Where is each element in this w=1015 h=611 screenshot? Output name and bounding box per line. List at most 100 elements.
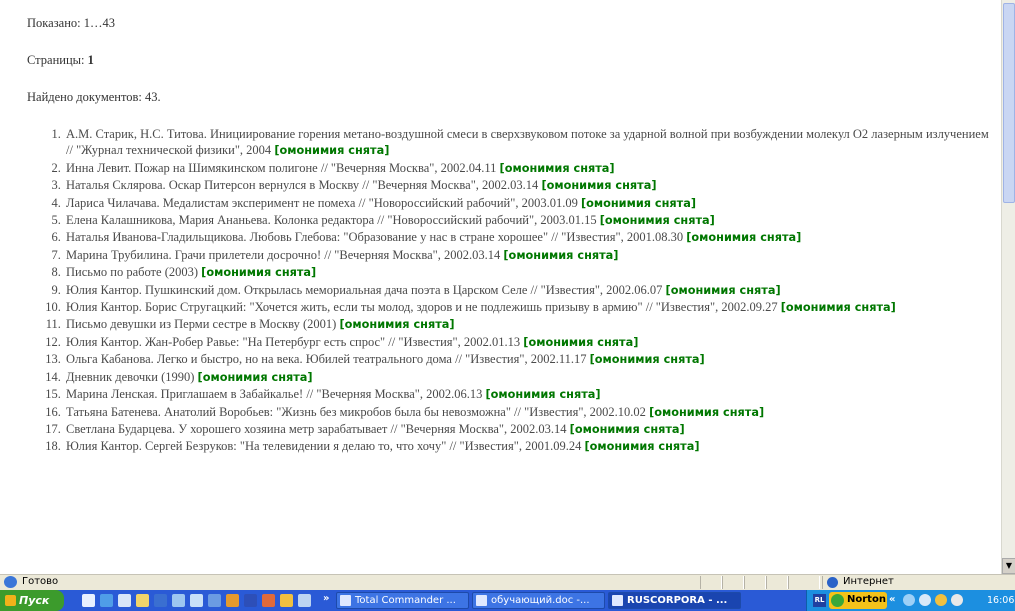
document-title[interactable]: Наталья Склярова. Оскар Питерсон вернулс… bbox=[66, 178, 538, 192]
vertical-scrollbar[interactable]: ▼ bbox=[1001, 0, 1015, 574]
page-current: 1 bbox=[87, 53, 94, 67]
disambiguation-flag[interactable]: [омонимия снята] bbox=[485, 388, 600, 401]
pages-line: Страницы: 1 bbox=[27, 52, 997, 68]
document-title[interactable]: Юлия Кантор. Сергей Безруков: "На телеви… bbox=[66, 439, 581, 453]
document-title[interactable]: Письмо по работе (2003) bbox=[66, 265, 198, 279]
disambiguation-flag[interactable]: [омонимия снята] bbox=[201, 266, 316, 279]
norton-label: Norton bbox=[847, 594, 886, 605]
media-icon[interactable] bbox=[262, 594, 275, 607]
internet-globe-icon bbox=[827, 577, 838, 588]
show-desktop-icon[interactable] bbox=[82, 594, 95, 607]
task-ruscorpora[interactable]: RUSCORPORA - ... bbox=[608, 592, 741, 609]
document-item[interactable]: Марина Трубилина. Грачи прилетели досроч… bbox=[64, 247, 997, 264]
document-title[interactable]: Юлия Кантор. Борис Стругацкий: "Хочется … bbox=[66, 300, 778, 314]
document-item[interactable]: Дневник девочки (1990) [омонимия снята] bbox=[64, 369, 997, 386]
document-title[interactable]: Юлия Кантор. Жан-Робер Равье: "На Петерб… bbox=[66, 335, 520, 349]
disambiguation-flag[interactable]: [омонимия снята] bbox=[649, 406, 764, 419]
document-item[interactable]: Письмо девушки из Перми сестре в Москву … bbox=[64, 316, 997, 333]
document-title[interactable]: Юлия Кантор. Пушкинский дом. Открылась м… bbox=[66, 283, 662, 297]
network-icon[interactable] bbox=[903, 594, 915, 606]
messenger-icon[interactable] bbox=[172, 594, 185, 607]
document-item[interactable]: Инна Левит. Пожар на Шимякинском полигон… bbox=[64, 160, 997, 177]
word-icon[interactable] bbox=[154, 594, 167, 607]
disambiguation-flag[interactable]: [омонимия снята] bbox=[570, 423, 685, 436]
document-item[interactable]: Татьяна Батенева. Анатолий Воробьев: "Жи… bbox=[64, 404, 997, 421]
folder-icon[interactable] bbox=[136, 594, 149, 607]
language-indicator[interactable]: RL bbox=[813, 594, 826, 607]
save-icon[interactable] bbox=[244, 594, 257, 607]
document-title[interactable]: Ольга Кабанова. Легко и быстро, но на ве… bbox=[66, 352, 586, 366]
scroll-down-arrow-icon[interactable]: ▼ bbox=[1002, 558, 1015, 574]
disambiguation-flag[interactable]: [омонимия снята] bbox=[503, 249, 618, 262]
disambiguation-flag[interactable]: [омонимия снята] bbox=[541, 179, 656, 192]
task-word-document[interactable]: обучающий.doc -... bbox=[472, 592, 605, 609]
disambiguation-flag[interactable]: [омонимия снята] bbox=[581, 197, 696, 210]
status-bar: Готово Интернет bbox=[0, 574, 1015, 590]
task-label: RUSCORPORA - ... bbox=[627, 595, 728, 606]
pen-icon[interactable] bbox=[190, 594, 203, 607]
norton-button[interactable]: Norton bbox=[829, 592, 887, 609]
document-item[interactable]: Лариса Чилачава. Медалистам эксперимент … bbox=[64, 195, 997, 212]
status-pane bbox=[788, 576, 820, 589]
internet-explorer-icon bbox=[612, 595, 623, 606]
disambiguation-flag[interactable]: [омонимия снята] bbox=[274, 144, 389, 157]
document-item[interactable]: Юлия Кантор. Пушкинский дом. Открылась м… bbox=[64, 282, 997, 299]
search-results: Показано: 1…43 Страницы: 1 Найдено докум… bbox=[27, 15, 997, 456]
quicklaunch-more-icon[interactable]: » bbox=[323, 593, 329, 604]
document-item[interactable]: Юлия Кантор. Борис Стругацкий: "Хочется … bbox=[64, 299, 997, 316]
document-title[interactable]: Дневник девочки (1990) bbox=[66, 370, 194, 384]
shown-range: Показано: 1…43 bbox=[27, 16, 115, 30]
document-item[interactable]: Юлия Кантор. Жан-Робер Равье: "На Петерб… bbox=[64, 334, 997, 351]
document-item[interactable]: Юлия Кантор. Сергей Безруков: "На телеви… bbox=[64, 438, 997, 455]
start-button[interactable]: Пуск bbox=[0, 590, 64, 611]
document-title[interactable]: Лариса Чилачава. Медалистам эксперимент … bbox=[66, 196, 578, 210]
status-pane bbox=[700, 576, 722, 589]
document-item[interactable]: Наталья Иванова-Гладильщикова. Любовь Гл… bbox=[64, 229, 997, 246]
mail-icon[interactable] bbox=[118, 594, 131, 607]
document-item[interactable]: А.М. Старик, Н.С. Титова. Инициирование … bbox=[64, 126, 997, 160]
document-title[interactable]: Наталья Иванова-Гладильщикова. Любовь Гл… bbox=[66, 230, 683, 244]
document-item[interactable]: Письмо по работе (2003) [омонимия снята] bbox=[64, 264, 997, 281]
security-tray-icon[interactable] bbox=[951, 594, 963, 606]
window-icon[interactable] bbox=[208, 594, 221, 607]
status-text: Готово bbox=[22, 576, 59, 587]
messenger-tray-icon[interactable] bbox=[935, 594, 947, 606]
document-title[interactable]: Татьяна Батенева. Анатолий Воробьев: "Жи… bbox=[66, 405, 646, 419]
disambiguation-flag[interactable]: [омонимия снята] bbox=[584, 440, 699, 453]
disambiguation-flag[interactable]: [омонимия снята] bbox=[523, 336, 638, 349]
document-item[interactable]: Марина Ленская. Приглашаем в Забайкалье!… bbox=[64, 386, 997, 403]
document-item[interactable]: Елена Калашникова, Мария Ананьева. Колон… bbox=[64, 212, 997, 229]
disambiguation-flag[interactable]: [омонимия снята] bbox=[600, 214, 715, 227]
disambiguation-flag[interactable]: [омонимия снята] bbox=[781, 301, 896, 314]
disambiguation-flag[interactable]: [омонимия снята] bbox=[666, 284, 781, 297]
document-title[interactable]: Елена Калашникова, Мария Ананьева. Колон… bbox=[66, 213, 597, 227]
speaker-icon[interactable] bbox=[919, 594, 931, 606]
status-pane bbox=[766, 576, 788, 589]
document-title[interactable]: А.М. Старик, Н.С. Титова. Инициирование … bbox=[66, 127, 989, 157]
disambiguation-flag[interactable]: [омонимия снята] bbox=[590, 353, 705, 366]
scrollbar-thumb[interactable] bbox=[1003, 3, 1015, 203]
document-title[interactable]: Письмо девушки из Перми сестре в Москву … bbox=[66, 317, 336, 331]
tray-expand-icon[interactable]: « bbox=[889, 594, 895, 605]
internet-explorer-icon[interactable] bbox=[100, 594, 113, 607]
disambiguation-flag[interactable]: [омонимия снята] bbox=[198, 371, 313, 384]
document-item[interactable]: Ольга Кабанова. Легко и быстро, но на ве… bbox=[64, 351, 997, 368]
document-item[interactable]: Светлана Бударцева. У хорошего хозяина м… bbox=[64, 421, 997, 438]
chart-icon[interactable] bbox=[226, 594, 239, 607]
document-title[interactable]: Марина Трубилина. Грачи прилетели досроч… bbox=[66, 248, 500, 262]
disambiguation-flag[interactable]: [омонимия снята] bbox=[686, 231, 801, 244]
notes-icon[interactable] bbox=[280, 594, 293, 607]
document-title[interactable]: Инна Левит. Пожар на Шимякинском полигон… bbox=[66, 161, 496, 175]
document-list: А.М. Старик, Н.С. Титова. Инициирование … bbox=[27, 126, 997, 456]
calculator-icon[interactable] bbox=[298, 594, 311, 607]
document-title[interactable]: Светлана Бударцева. У хорошего хозяина м… bbox=[66, 422, 567, 436]
found-count: Найдено документов: 43. bbox=[27, 90, 161, 104]
system-tray: RL Norton « 16:06 bbox=[806, 590, 1015, 611]
disambiguation-flag[interactable]: [омонимия снята] bbox=[339, 318, 454, 331]
document-title[interactable]: Марина Ленская. Приглашаем в Забайкалье!… bbox=[66, 387, 482, 401]
disambiguation-flag[interactable]: [омонимия снята] bbox=[500, 162, 615, 175]
document-item[interactable]: Наталья Склярова. Оскар Питерсон вернулс… bbox=[64, 177, 997, 194]
task-label: обучающий.doc -... bbox=[491, 595, 590, 606]
status-pane bbox=[744, 576, 766, 589]
task-total-commander[interactable]: Total Commander ... bbox=[336, 592, 469, 609]
